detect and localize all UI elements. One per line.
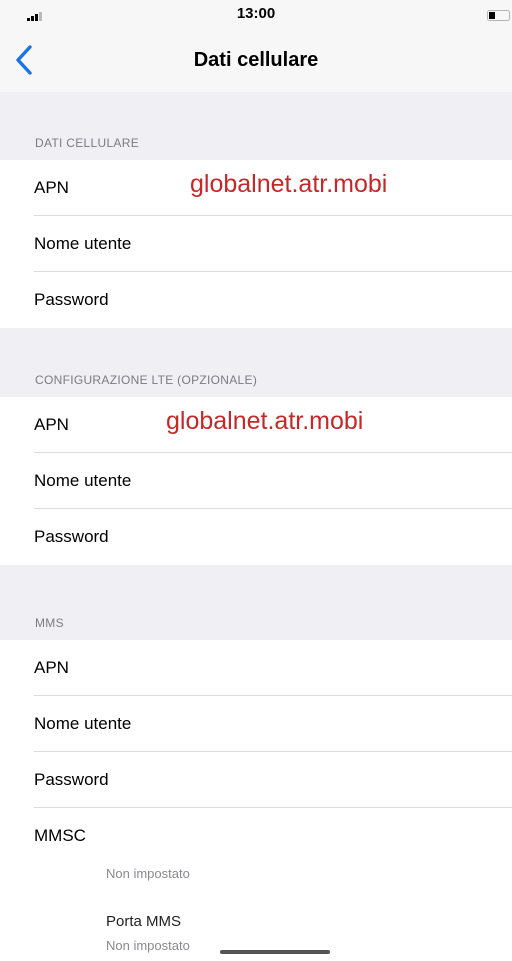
chevron-left-icon xyxy=(16,45,32,75)
lte-apn-row[interactable]: APN globalnet.atr.mobi xyxy=(0,397,512,453)
row-label: Nome utente xyxy=(34,471,132,490)
mms-apn-row[interactable]: APN xyxy=(0,640,512,696)
row-label: MMSC xyxy=(34,826,86,845)
lte-apn-field[interactable]: globalnet.atr.mobi xyxy=(166,407,363,436)
back-button[interactable] xyxy=(14,44,54,80)
apn-row[interactable]: APN globalnet.atr.mobi xyxy=(0,160,512,216)
mms-username-row[interactable]: Nome utente xyxy=(0,696,512,752)
lte-password-row[interactable]: Password xyxy=(0,509,512,565)
apn-field[interactable]: globalnet.atr.mobi xyxy=(190,170,387,199)
section-header-lte: CONFIGURAZIONE LTE (OPZIONALE) xyxy=(0,328,512,397)
row-label: Nome utente xyxy=(34,714,132,733)
page-title: Dati cellulare xyxy=(193,49,319,71)
status-bar: 13:00 xyxy=(0,0,512,28)
porta-mms-label[interactable]: Porta MMS xyxy=(106,913,181,930)
section-title: DATI CELLULARE xyxy=(35,136,140,150)
battery-icon xyxy=(487,10,510,21)
row-label: Password xyxy=(34,770,109,789)
mmsc-value: Non impostato xyxy=(106,866,190,881)
row-label: APN xyxy=(34,178,69,197)
username-row[interactable]: Nome utente xyxy=(0,216,512,272)
section-title: MMS xyxy=(35,616,64,630)
row-label: Nome utente xyxy=(34,234,132,253)
row-label: Password xyxy=(34,527,109,546)
porta-mms-value: Non impostato xyxy=(106,938,190,953)
navigation-bar: Dati cellulare xyxy=(0,28,512,92)
row-label: APN xyxy=(34,415,69,434)
section-title: CONFIGURAZIONE LTE (OPZIONALE) xyxy=(35,373,258,387)
lte-username-row[interactable]: Nome utente xyxy=(0,453,512,509)
status-time: 13:00 xyxy=(236,5,276,22)
mms-password-row[interactable]: Password xyxy=(0,752,512,808)
row-label: Password xyxy=(34,290,109,309)
section-header-dati-cellulare: DATI CELLULARE xyxy=(0,92,512,160)
mmsc-row[interactable]: MMSC xyxy=(0,808,512,864)
section-header-mms: MMS xyxy=(0,565,512,640)
home-indicator[interactable] xyxy=(220,950,330,954)
password-row[interactable]: Password xyxy=(0,272,512,328)
row-label: APN xyxy=(34,658,69,677)
